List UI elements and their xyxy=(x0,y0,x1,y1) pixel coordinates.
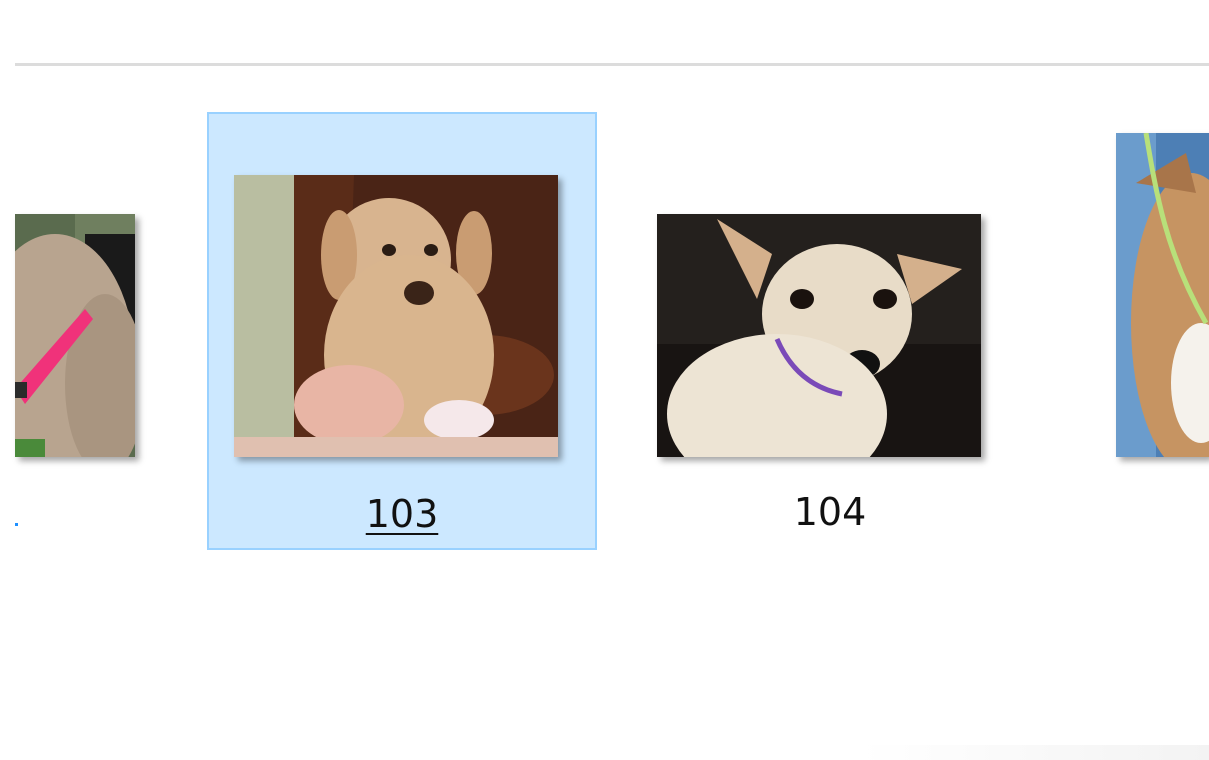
file-item-partial-left-label xyxy=(15,498,19,528)
dog-thumbnail-left xyxy=(15,214,135,457)
file-item-partial-left[interactable] xyxy=(15,214,135,457)
scroll-shadow xyxy=(860,745,1209,760)
file-item-partial-right[interactable] xyxy=(1116,133,1209,457)
puppy-thumbnail xyxy=(234,175,558,457)
file-explorer-view: 103 104 xyxy=(0,0,1209,760)
file-label-103[interactable]: 103 xyxy=(209,492,595,536)
file-item-103[interactable]: 103 xyxy=(207,112,597,550)
chihuahua-thumbnail xyxy=(657,214,981,457)
file-label-104[interactable]: 104 xyxy=(630,490,1030,534)
dog-thumbnail-right xyxy=(1116,133,1209,457)
header-divider xyxy=(15,63,1209,66)
file-item-104[interactable]: 104 xyxy=(630,112,1020,550)
